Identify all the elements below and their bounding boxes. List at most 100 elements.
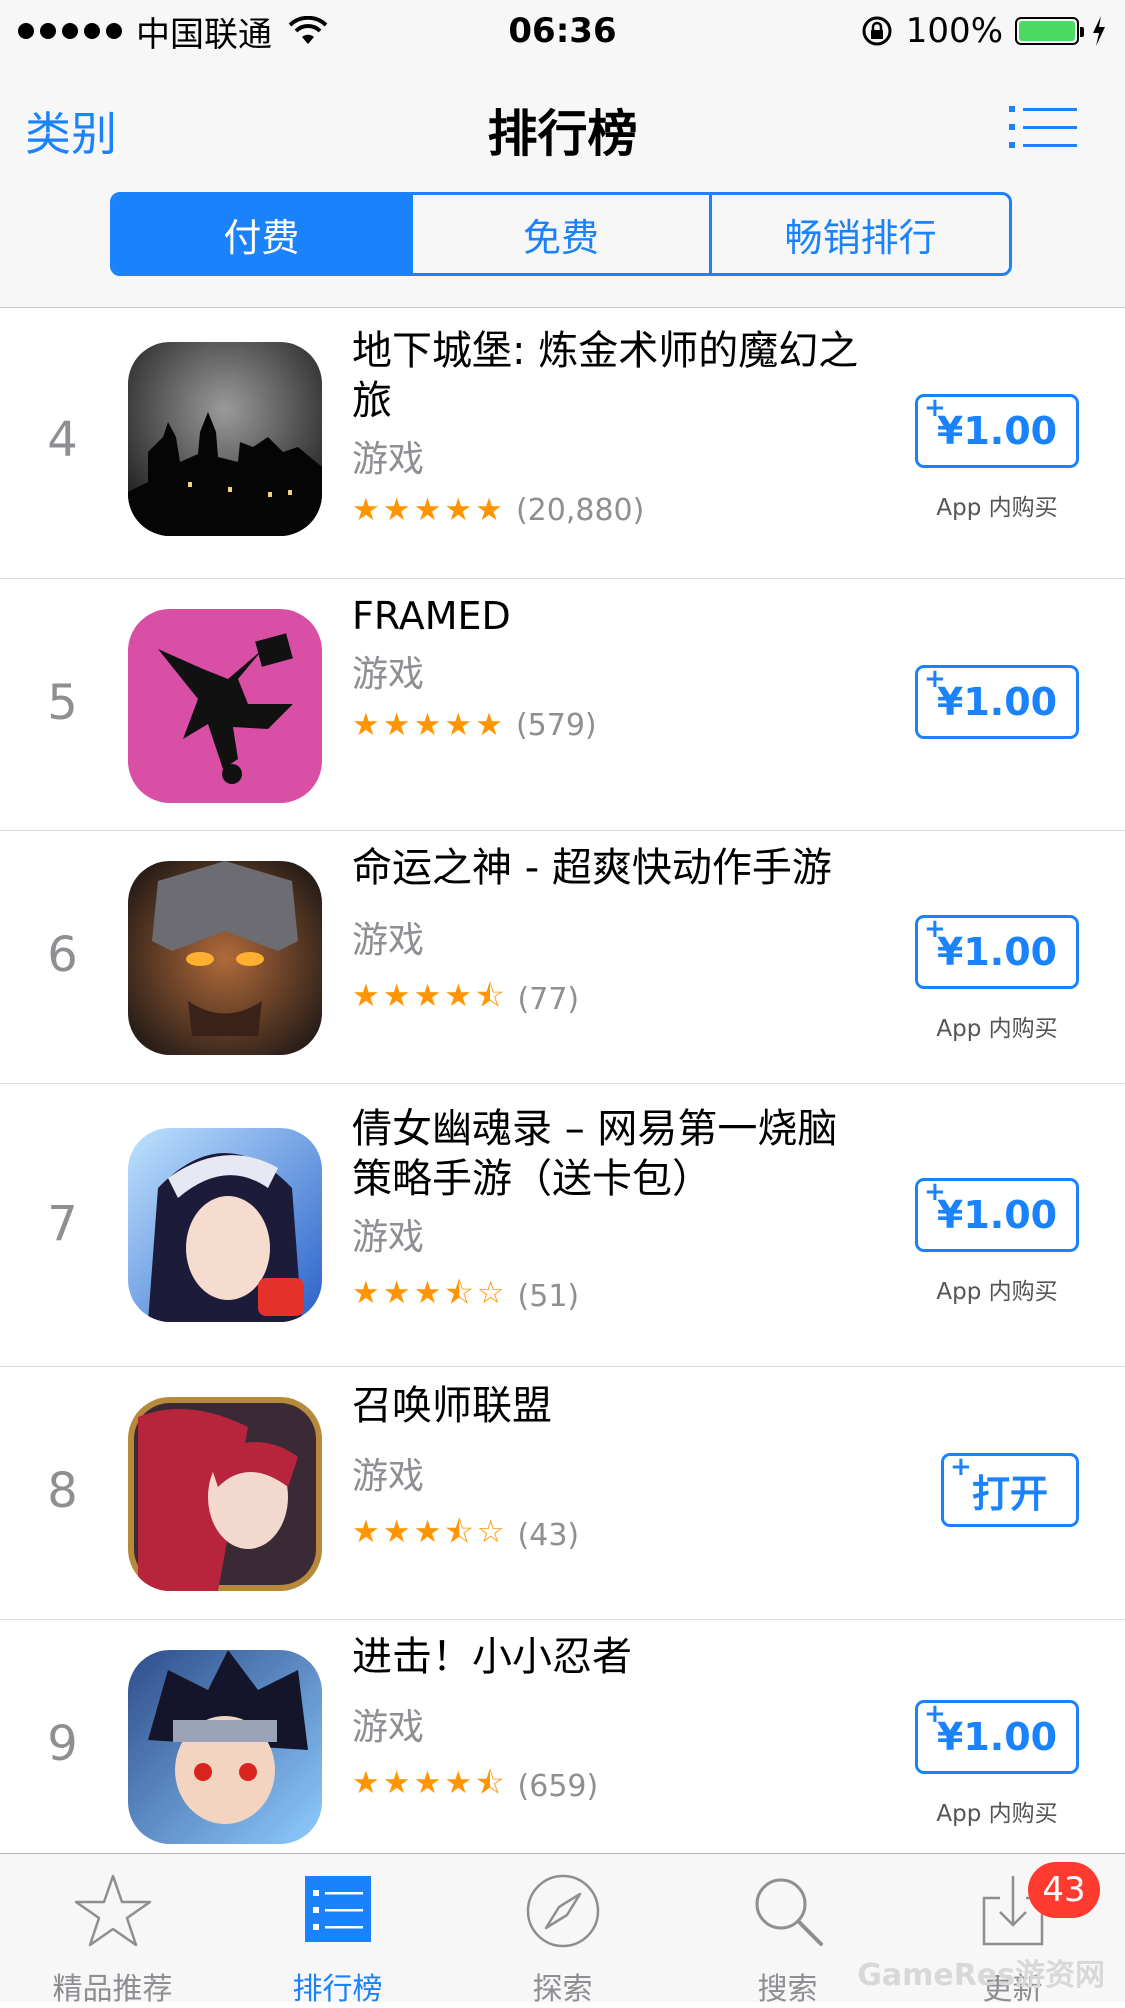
price-button[interactable]: + ¥1.00 xyxy=(915,1699,1079,1774)
app-rating: ★★★★★ (579) xyxy=(352,707,872,743)
segment-top-grossing[interactable]: 畅销排行 xyxy=(709,195,1009,273)
update-count-badge: 43 xyxy=(1028,1862,1100,1918)
rating-count: (579) xyxy=(515,707,597,743)
app-rating: ★★★★⯪ (659) xyxy=(352,1760,872,1813)
app-category: 游戏 xyxy=(352,654,425,695)
list-item[interactable]: 6 命运之神 - 超爽快动作手游 游戏 ★★★★⯪ (77) + ¥1.00 A… xyxy=(0,831,1125,1084)
app-icon[interactable] xyxy=(128,1650,322,1844)
star-icon xyxy=(74,1874,152,1947)
rating-count: (20,880) xyxy=(515,492,645,528)
rating-stars: ★★★★★ xyxy=(352,492,506,528)
list-item[interactable]: 7 倩女幽魂录 – 网易第一烧脑策略手游（送卡包） 游戏 ★★★⯪☆ (51) … xyxy=(0,1084,1125,1367)
rank-number: 7 xyxy=(47,1196,78,1252)
rotation-lock-icon xyxy=(862,16,892,46)
price-label: ¥1.00 xyxy=(936,409,1058,453)
price-label: ¥1.00 xyxy=(936,930,1058,974)
list-icon xyxy=(305,1876,371,1942)
list-item[interactable]: 5 FRAMED 游戏 ★★★★★ (579) + ¥1.00 xyxy=(0,579,1125,831)
app-title: 进击！小小忍者 xyxy=(352,1634,632,1680)
app-category: 游戏 xyxy=(352,439,425,480)
rank-number: 6 xyxy=(47,927,78,983)
in-app-purchase-note: App 内购买 xyxy=(936,1016,1058,1042)
plus-icon: + xyxy=(924,914,946,944)
app-category: 游戏 xyxy=(352,1707,425,1748)
app-info: 地下城堡: 炼金术师的魔幻之旅 游戏 ★★★★★ (20,880) xyxy=(352,326,872,528)
rating-count: (659) xyxy=(517,1769,599,1804)
price-button[interactable]: + ¥1.00 xyxy=(915,664,1079,739)
app-icon[interactable] xyxy=(128,609,322,803)
rating-count: (77) xyxy=(517,982,580,1017)
rating-stars: ★★★★⯪ xyxy=(352,978,508,1014)
app-rating: ★★★★⯪ (77) xyxy=(352,973,872,1026)
plus-icon: + xyxy=(924,1177,946,1207)
tab-label: 精品推荐 xyxy=(52,1972,173,2007)
price-button[interactable]: + ¥1.00 xyxy=(915,1177,1079,1252)
rank-number: 8 xyxy=(47,1463,78,1519)
app-icon[interactable] xyxy=(128,861,322,1055)
app-rating: ★★★★★ (20,880) xyxy=(352,492,872,528)
rating-count: (43) xyxy=(517,1518,580,1553)
watermark: GameRes游资网 xyxy=(857,1958,1105,1993)
app-info: FRAMED 游戏 ★★★★★ (579) xyxy=(352,591,872,743)
app-info: 命运之神 - 超爽快动作手游 游戏 ★★★★⯪ (77) xyxy=(352,843,872,1026)
tab-explore[interactable]: 探索 xyxy=(450,1854,675,2007)
in-app-purchase-note: App 内购买 xyxy=(936,1279,1058,1305)
app-category: 游戏 xyxy=(352,1217,425,1258)
in-app-purchase-note: App 内购买 xyxy=(936,1801,1058,1827)
app-info: 召唤师联盟 游戏 ★★★⯪☆ (43) xyxy=(352,1381,872,1562)
tab-label: 探索 xyxy=(532,1972,593,2007)
plus-icon: + xyxy=(924,1699,946,1729)
segment-free[interactable]: 免费 xyxy=(409,195,710,273)
rank-number: 9 xyxy=(47,1716,78,1772)
segment-paid[interactable]: 付费 xyxy=(113,195,410,273)
rating-stars: ★★★⯪☆ xyxy=(352,1275,508,1311)
battery-area: 100% xyxy=(860,8,1107,54)
plus-icon: + xyxy=(950,1452,972,1482)
app-title: 召唤师联盟 xyxy=(352,1383,552,1429)
app-icon[interactable] xyxy=(128,1128,322,1322)
app-rating: ★★★⯪☆ (51) xyxy=(352,1270,872,1323)
app-info: 进击！小小忍者 游戏 ★★★★⯪ (659) xyxy=(352,1632,872,1813)
app-list: 4 地下城堡: 炼金术师的魔幻之旅 游戏 ★★★★★ (20,880) + ¥1… xyxy=(0,308,1125,1856)
open-button[interactable]: + 打开 xyxy=(941,1452,1079,1527)
in-app-purchase-note: App 内购买 xyxy=(936,495,1058,521)
status-bar: 中国联通 06:36 100% xyxy=(0,0,1125,62)
price-label: ¥1.00 xyxy=(936,680,1058,724)
list-menu-icon[interactable] xyxy=(1009,102,1077,152)
rating-stars: ★★★⯪☆ xyxy=(352,1514,508,1550)
rank-number: 5 xyxy=(47,675,78,731)
tab-label: 排行榜 xyxy=(292,1972,383,2007)
rating-stars: ★★★★⯪ xyxy=(352,1765,508,1801)
charging-icon xyxy=(1093,16,1105,46)
battery-percent: 100% xyxy=(905,11,1003,51)
app-icon[interactable] xyxy=(128,342,322,536)
tab-top-charts[interactable]: 排行榜 xyxy=(225,1854,450,2007)
plus-icon: + xyxy=(924,393,946,423)
app-icon[interactable] xyxy=(128,1397,322,1591)
app-title: 命运之神 - 超爽快动作手游 xyxy=(352,845,832,891)
navigation-bar: 类别 排行榜 付费 免费 畅销排行 xyxy=(0,62,1125,308)
price-button[interactable]: + ¥1.00 xyxy=(915,914,1079,989)
compass-icon xyxy=(526,1874,600,1948)
app-category: 游戏 xyxy=(352,1456,425,1497)
rating-count: (51) xyxy=(517,1279,580,1314)
price-label: ¥1.00 xyxy=(936,1193,1058,1237)
app-title: 地下城堡: 炼金术师的魔幻之旅 xyxy=(352,328,859,424)
plus-icon: + xyxy=(924,664,946,694)
list-item[interactable]: 9 进击！小小忍者 游戏 ★★★★⯪ (659) + ¥1.00 App 内购买 xyxy=(0,1620,1125,1856)
price-button[interactable]: + ¥1.00 xyxy=(915,393,1079,468)
list-item[interactable]: 4 地下城堡: 炼金术师的魔幻之旅 游戏 ★★★★★ (20,880) + ¥1… xyxy=(0,308,1125,579)
rating-stars: ★★★★★ xyxy=(352,707,506,743)
search-icon xyxy=(755,1878,823,1946)
app-rating: ★★★⯪☆ (43) xyxy=(352,1509,872,1562)
open-label: 打开 xyxy=(971,1471,1048,1516)
app-category: 游戏 xyxy=(352,920,425,961)
list-item[interactable]: 8 召唤师联盟 游戏 ★★★⯪☆ (43) + 打开 xyxy=(0,1367,1125,1620)
tab-featured[interactable]: 精品推荐 xyxy=(0,1854,225,2007)
battery-icon xyxy=(1015,17,1084,45)
app-title: FRAMED xyxy=(352,594,511,638)
app-title: 倩女幽魂录 – 网易第一烧脑策略手游（送卡包） xyxy=(352,1106,838,1202)
page-title: 排行榜 xyxy=(487,105,638,163)
chart-type-segmented-control: 付费 免费 畅销排行 xyxy=(110,192,1012,276)
price-label: ¥1.00 xyxy=(936,1715,1058,1759)
